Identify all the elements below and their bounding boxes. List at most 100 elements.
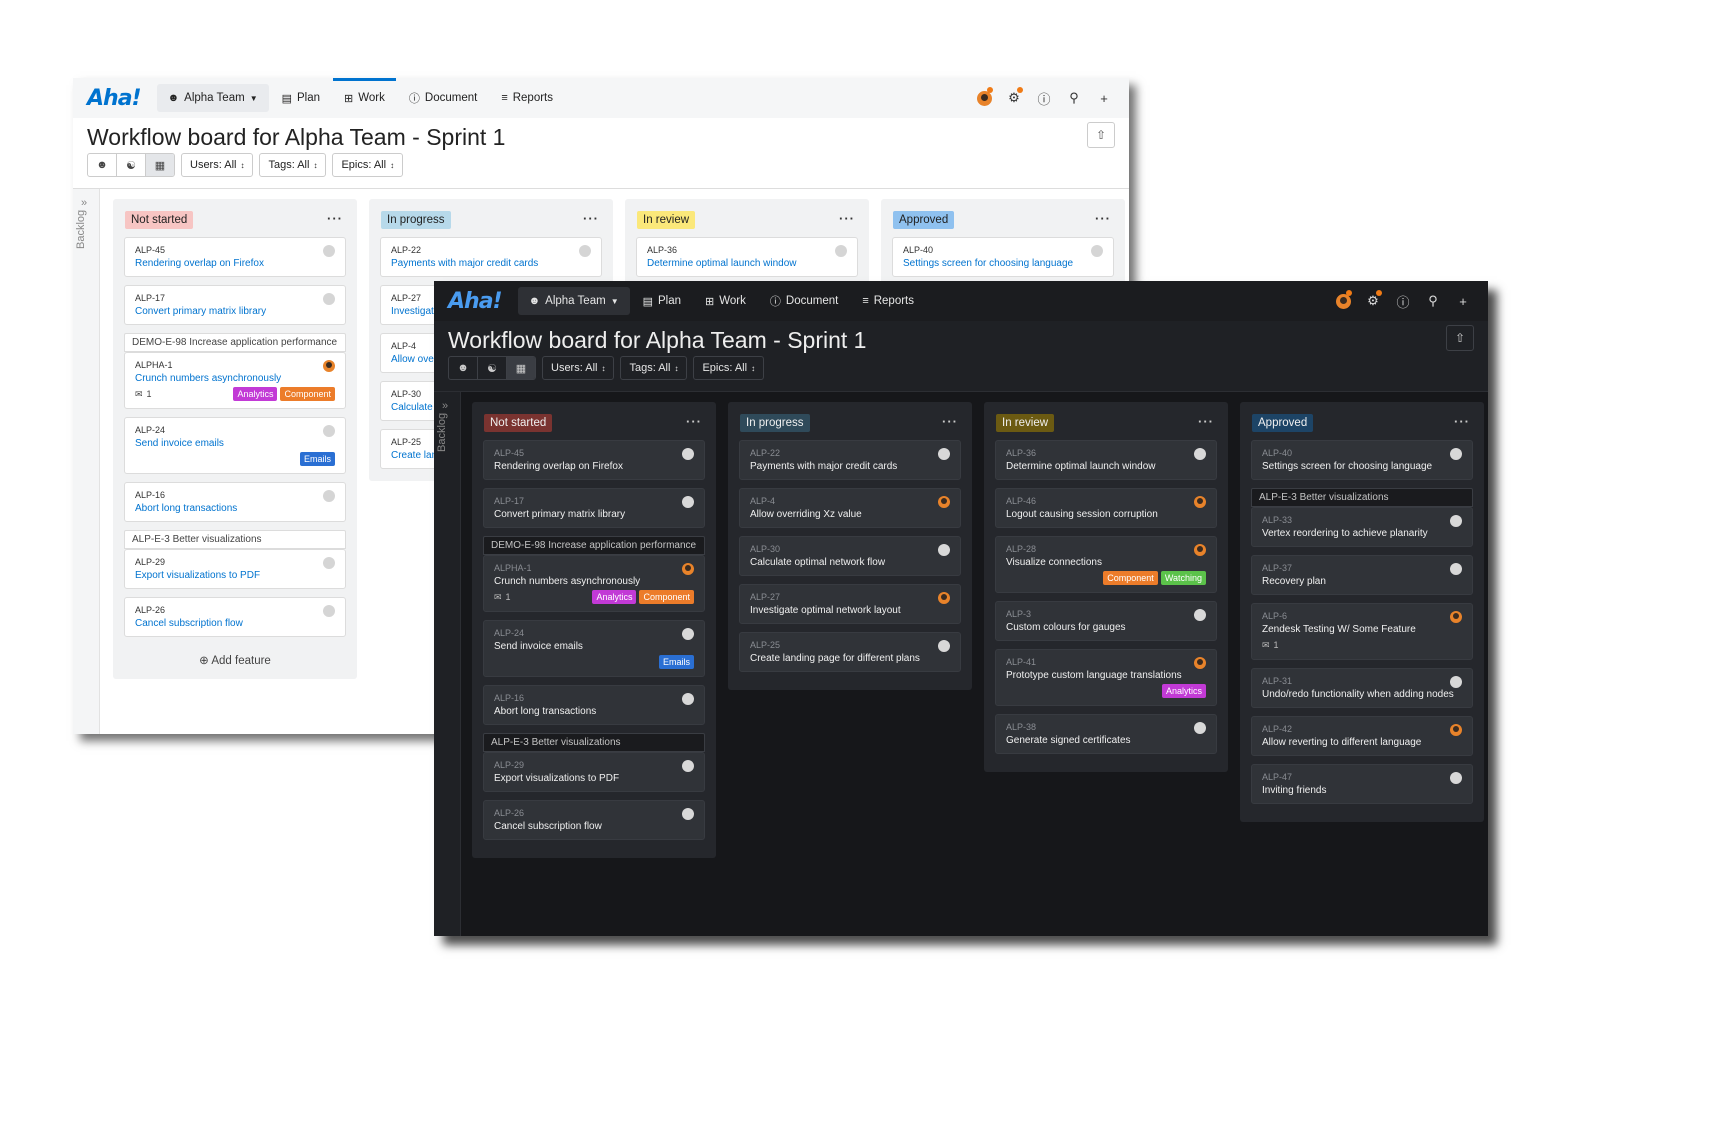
assignee-avatar[interactable] <box>1194 448 1206 460</box>
card-title[interactable]: Send invoice emails <box>494 641 694 652</box>
status-label[interactable]: Not started <box>484 414 553 432</box>
feature-card[interactable]: ALP-36 Determine optimal launch window <box>995 440 1217 480</box>
assignee-avatar[interactable] <box>323 360 335 372</box>
assignee-avatar[interactable] <box>682 760 694 772</box>
assignee-avatar[interactable] <box>1450 515 1462 527</box>
search-button[interactable]: ⚲ <box>1059 84 1089 112</box>
tags-filter[interactable]: Tags: All ↕ <box>620 356 688 380</box>
card-title[interactable]: Payments with major credit cards <box>391 258 591 269</box>
nav-reports[interactable]: ≡ Reports <box>490 84 564 112</box>
more-options-icon[interactable]: ··· <box>1095 211 1111 226</box>
assignee-avatar[interactable] <box>1450 563 1462 575</box>
assignee-avatar[interactable] <box>835 245 847 257</box>
feature-card[interactable]: ALP-45 Rendering overlap on Firefox <box>483 440 705 480</box>
card-title[interactable]: Rendering overlap on Firefox <box>135 258 335 269</box>
feature-card[interactable]: ALP-31 Undo/redo functionality when addin… <box>1251 668 1473 708</box>
card-title[interactable]: Logout causing session corruption <box>1006 509 1206 520</box>
team-view-icon[interactable]: ☯ <box>117 154 146 176</box>
card-title[interactable]: Vertex reordering to achieve planarity <box>1262 528 1462 539</box>
card-title[interactable]: Determine optimal launch window <box>1006 461 1206 472</box>
card-title[interactable]: Send invoice emails <box>135 438 335 449</box>
feature-card[interactable]: ALP-17 Convert primary matrix library <box>124 285 346 325</box>
assignee-avatar[interactable] <box>323 557 335 569</box>
nav-document[interactable]: ⓘ Document <box>759 287 849 315</box>
card-title[interactable]: Abort long transactions <box>135 503 335 514</box>
assignee-avatar[interactable] <box>1450 448 1462 460</box>
card-title[interactable]: Crunch numbers asynchronously <box>494 576 694 587</box>
users-filter[interactable]: Users: All ↕ <box>181 153 254 177</box>
feature-card[interactable]: ALP-36 Determine optimal launch window <box>636 237 858 277</box>
more-options-icon[interactable]: ··· <box>839 211 855 226</box>
card-title[interactable]: Undo/redo functionality when adding node… <box>1262 689 1462 700</box>
nav-work[interactable]: ⊞ Work <box>333 78 396 112</box>
epic-header[interactable]: ALP-E-3 Better visualizations <box>483 733 705 752</box>
user-avatar-button[interactable] <box>969 84 999 112</box>
tag-badge[interactable]: Emails <box>299 452 335 466</box>
tag-badge[interactable]: Component <box>280 387 335 401</box>
nav-work[interactable]: ⊞ Work <box>694 287 757 315</box>
more-options-icon[interactable]: ··· <box>1198 414 1214 429</box>
assignee-avatar[interactable] <box>323 293 335 305</box>
assignee-avatar[interactable] <box>682 808 694 820</box>
feature-card[interactable]: ALP-41 Prototype custom language translat… <box>995 649 1217 706</box>
assignee-avatar[interactable] <box>682 693 694 705</box>
feature-card[interactable]: ALP-47 Inviting friends <box>1251 764 1473 804</box>
assignee-avatar[interactable] <box>323 490 335 502</box>
epic-header[interactable]: DEMO-E-98 Increase application performan… <box>124 333 346 352</box>
status-label[interactable]: Not started <box>125 211 194 229</box>
add-feature-button[interactable]: ⊕ Add feature <box>113 645 357 679</box>
assignee-avatar[interactable] <box>323 425 335 437</box>
tag-badge[interactable]: Analytics <box>1161 684 1206 698</box>
card-title[interactable]: Generate signed certificates <box>1006 735 1206 746</box>
card-title[interactable]: Create landing page for different plans <box>750 653 950 664</box>
card-title[interactable]: Cancel subscription flow <box>135 618 335 629</box>
assignee-avatar[interactable] <box>682 628 694 640</box>
card-title[interactable]: Allow reverting to different language <box>1262 737 1462 748</box>
feature-card[interactable]: ALP-6 Zendesk Testing W/ Some Feature ✉ 1 <box>1251 603 1473 660</box>
feature-card[interactable]: ALP-4 Allow overriding Xz value <box>739 488 961 528</box>
feature-card[interactable]: ALP-45 Rendering overlap on Firefox <box>124 237 346 277</box>
feature-card[interactable]: ALP-30 Calculate optimal network flow <box>739 536 961 576</box>
more-options-icon[interactable]: ··· <box>327 211 343 226</box>
status-label[interactable]: In review <box>637 211 696 229</box>
card-title[interactable]: Crunch numbers asynchronously <box>135 373 335 384</box>
more-options-icon[interactable]: ··· <box>1454 414 1470 429</box>
assignee-avatar[interactable] <box>938 592 950 604</box>
card-title[interactable]: Rendering overlap on Firefox <box>494 461 694 472</box>
card-title[interactable]: Abort long transactions <box>494 706 694 717</box>
assignee-avatar[interactable] <box>1194 609 1206 621</box>
feature-card[interactable]: ALP-17 Convert primary matrix library <box>483 488 705 528</box>
nav-plan[interactable]: ▤ Plan <box>271 84 331 112</box>
feature-card[interactable]: ALPHA-1 Crunch numbers asynchronously ✉ 1 An… <box>483 555 705 612</box>
add-button[interactable]: + <box>1089 84 1119 112</box>
feature-card[interactable]: ALP-3 Custom colours for gauges <box>995 601 1217 641</box>
feature-card[interactable]: ALP-26 Cancel subscription flow <box>124 597 346 637</box>
nav-reports[interactable]: ≡ Reports <box>851 287 925 315</box>
card-title[interactable]: Investigate optimal network layout <box>750 605 950 616</box>
user-avatar-button[interactable] <box>1328 287 1358 315</box>
card-title[interactable]: Export visualizations to PDF <box>135 570 335 581</box>
aha-logo[interactable]: Aha! <box>87 86 142 111</box>
feature-card[interactable]: ALP-42 Allow reverting to different langu… <box>1251 716 1473 756</box>
search-button[interactable]: ⚲ <box>1418 287 1448 315</box>
help-button[interactable]: ⓘ <box>1388 287 1418 315</box>
assignee-avatar[interactable] <box>1450 724 1462 736</box>
card-title[interactable]: Convert primary matrix library <box>135 306 335 317</box>
assignee-avatar[interactable] <box>579 245 591 257</box>
feature-card[interactable]: ALP-46 Logout causing session corruption <box>995 488 1217 528</box>
card-title[interactable]: Zendesk Testing W/ Some Feature <box>1262 624 1462 635</box>
single-user-view-icon[interactable]: ☻ <box>88 154 117 176</box>
status-label[interactable]: Approved <box>893 211 955 229</box>
status-label[interactable]: In review <box>996 414 1055 432</box>
assignee-avatar[interactable] <box>938 448 950 460</box>
card-title[interactable]: Inviting friends <box>1262 785 1462 796</box>
status-label[interactable]: In progress <box>381 211 451 229</box>
feature-card[interactable]: ALPHA-1 Crunch numbers asynchronously ✉ 1 An… <box>124 352 346 409</box>
feature-card[interactable]: ALP-24 Send invoice emails Emails <box>483 620 705 677</box>
feature-card[interactable]: ALP-40 Settings screen for choosing langu… <box>892 237 1114 277</box>
card-title[interactable]: Calculate optimal network flow <box>750 557 950 568</box>
epics-filter[interactable]: Epics: All ↕ <box>332 153 404 177</box>
more-options-icon[interactable]: ··· <box>686 414 702 429</box>
tags-filter[interactable]: Tags: All ↕ <box>259 153 327 177</box>
assignee-avatar[interactable] <box>938 496 950 508</box>
